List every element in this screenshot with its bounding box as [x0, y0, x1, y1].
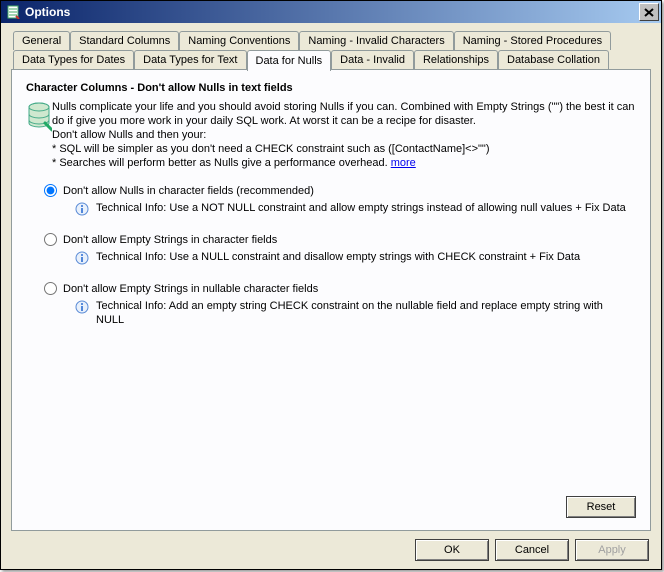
dialog-button-bar: OK Cancel Apply: [11, 531, 651, 563]
tabstrip-row2: Data Types for Dates Data Types for Text…: [11, 50, 651, 70]
radio-dont-allow-empty-strings-nullable[interactable]: [44, 282, 57, 295]
cancel-button[interactable]: Cancel: [495, 539, 569, 561]
option-label: Don't allow Empty Strings in nullable ch…: [63, 283, 318, 295]
tab-container: General Standard Columns Naming Conventi…: [11, 31, 651, 531]
option-dont-allow-nulls: Don't allow Nulls in character fields (r…: [44, 184, 636, 217]
option-dont-allow-empty-strings-nullable: Don't allow Empty Strings in nullable ch…: [44, 282, 636, 327]
intro-line2: Don't allow Nulls and then your:: [52, 129, 206, 141]
pane-heading: Character Columns - Don't allow Nulls in…: [26, 82, 636, 94]
tab-naming-stored-procedures[interactable]: Naming - Stored Procedures: [454, 31, 611, 50]
info-icon: [74, 250, 90, 266]
intro-block: Nulls complicate your life and you shoul…: [26, 100, 636, 170]
client-area: General Standard Columns Naming Conventi…: [1, 23, 661, 569]
close-button[interactable]: [639, 3, 659, 21]
tab-data-types-for-text[interactable]: Data Types for Text: [134, 50, 246, 69]
database-icon: [26, 100, 52, 132]
info-icon: [74, 299, 90, 315]
tabstrip-row1: General Standard Columns Naming Conventi…: [11, 31, 651, 50]
tab-standard-columns[interactable]: Standard Columns: [70, 31, 179, 50]
intro-bullet1: * SQL will be simpler as you don't need …: [52, 143, 489, 155]
option-tech-info: Technical Info: Add an empty string CHEC…: [96, 299, 628, 327]
tab-general[interactable]: General: [13, 31, 70, 50]
titlebar: Options: [1, 1, 661, 23]
options-dialog: Options General Standard Columns Naming …: [0, 0, 662, 570]
option-label: Don't allow Nulls in character fields (r…: [63, 185, 314, 197]
intro-text: Nulls complicate your life and you shoul…: [52, 100, 636, 170]
window-title: Options: [25, 5, 639, 19]
tab-database-collation[interactable]: Database Collation: [498, 50, 609, 69]
radio-dont-allow-empty-strings[interactable]: [44, 233, 57, 246]
tab-data-for-nulls[interactable]: Data for Nulls: [247, 50, 332, 71]
option-tech-info: Technical Info: Use a NOT NULL constrain…: [96, 201, 626, 215]
intro-line1: Nulls complicate your life and you shoul…: [52, 101, 635, 127]
apply-button[interactable]: Apply: [575, 539, 649, 561]
info-icon: [74, 201, 90, 217]
radio-dont-allow-nulls[interactable]: [44, 184, 57, 197]
tab-relationships[interactable]: Relationships: [414, 50, 498, 69]
more-link[interactable]: more: [391, 157, 416, 169]
tab-naming-invalid-characters[interactable]: Naming - Invalid Characters: [299, 31, 453, 50]
tab-data-types-for-dates[interactable]: Data Types for Dates: [13, 50, 134, 69]
ok-button[interactable]: OK: [415, 539, 489, 561]
tab-data-invalid[interactable]: Data - Invalid: [331, 50, 414, 69]
reset-button[interactable]: Reset: [566, 496, 636, 518]
tabpane-data-for-nulls: Character Columns - Don't allow Nulls in…: [11, 69, 651, 531]
app-icon: [5, 4, 21, 20]
tab-naming-conventions[interactable]: Naming Conventions: [179, 31, 299, 50]
option-label: Don't allow Empty Strings in character f…: [63, 234, 277, 246]
option-tech-info: Technical Info: Use a NULL constraint an…: [96, 250, 580, 264]
option-dont-allow-empty-strings: Don't allow Empty Strings in character f…: [44, 233, 636, 266]
intro-bullet2: * Searches will perform better as Nulls …: [52, 157, 391, 169]
